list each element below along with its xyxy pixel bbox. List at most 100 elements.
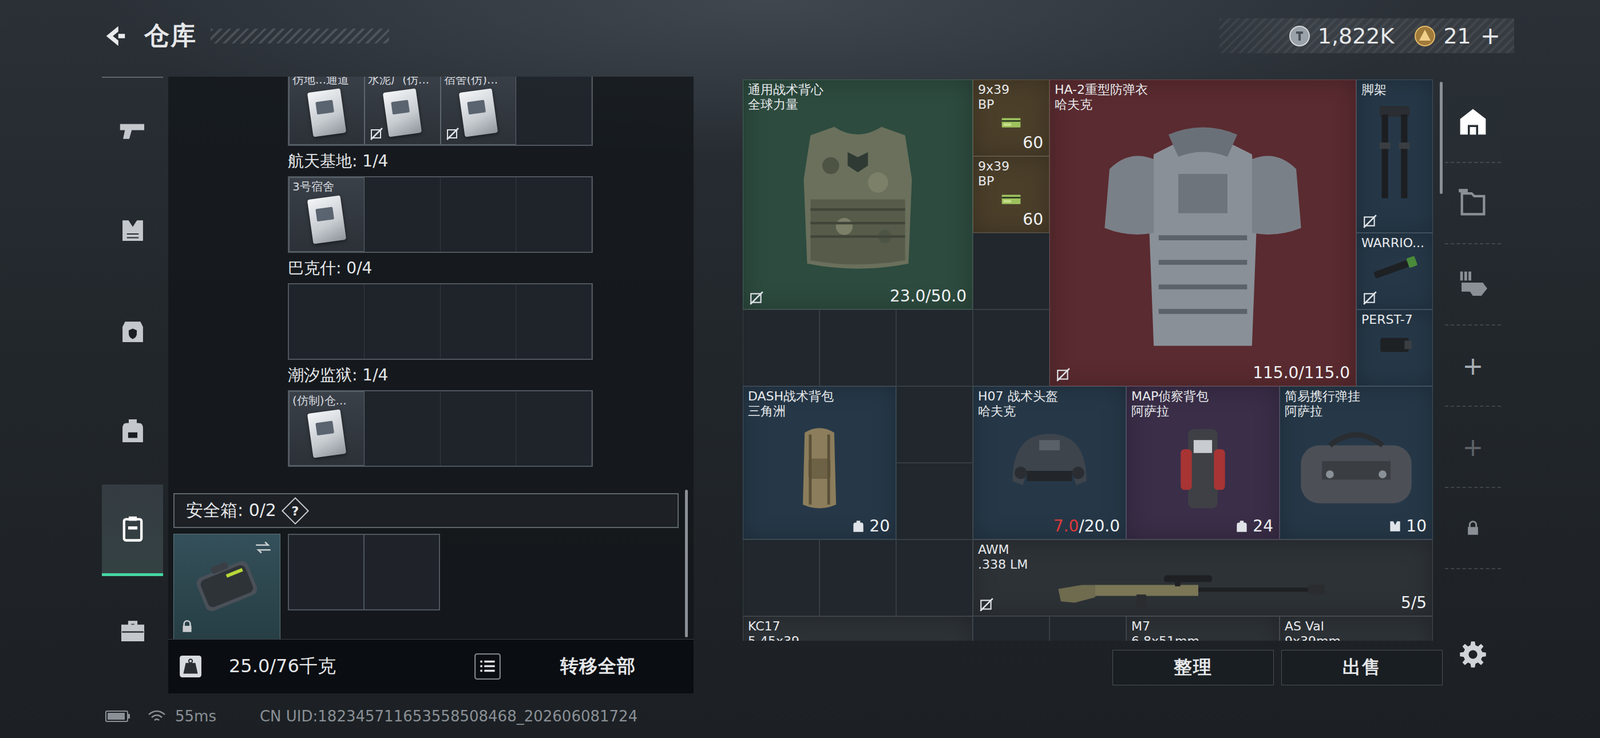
add-tab-label: + xyxy=(1462,432,1484,462)
nav-item[interactable] xyxy=(101,280,164,381)
stash-item[interactable]: H07 战术头盔 哈夫克 7.0/20.0 xyxy=(972,386,1127,540)
key-card-label: (仿制)仓... xyxy=(289,391,364,410)
help-button[interactable]: ? xyxy=(281,496,310,525)
laser-device-icon xyxy=(1359,329,1431,361)
empty-slot[interactable] xyxy=(364,391,441,466)
key-card[interactable]: 水泥厂(仿... xyxy=(364,76,441,145)
stash-tab[interactable]: + xyxy=(1444,325,1502,407)
empty-slot[interactable] xyxy=(440,177,517,252)
empty-slot[interactable] xyxy=(516,177,592,252)
grid-cell[interactable] xyxy=(819,539,897,617)
scrollbar[interactable] xyxy=(684,489,688,638)
nav-item[interactable] xyxy=(101,580,164,681)
item-subtitle: 哈夫克 xyxy=(977,404,1122,419)
stash-tab[interactable] xyxy=(1444,244,1502,326)
stash-grid-viewport: 通用战术背心 全球力量 23.0/50.09x39 BP 609x39 BP 6… xyxy=(742,79,1433,641)
empty-slot[interactable] xyxy=(516,391,592,466)
stash-item[interactable]: HA-2重型防弹衣 哈夫克 115.0/115.0 xyxy=(1049,79,1357,387)
item-art xyxy=(743,112,973,287)
ammo-box-icon xyxy=(975,191,1047,208)
item-name: HA-2重型防弹衣 xyxy=(1054,82,1352,98)
safe-box-header: 安全箱: 0/2 ? xyxy=(173,493,679,529)
stash-item[interactable]: 简易携行弹挂 阿萨拉 10 xyxy=(1279,386,1433,540)
stash-item[interactable]: PERST-7 xyxy=(1356,309,1433,387)
swap-icon[interactable] xyxy=(253,540,273,556)
scrollbar[interactable] xyxy=(1439,81,1443,194)
back-arrow-icon[interactable] xyxy=(101,22,129,50)
action-button[interactable]: 出售 xyxy=(1281,650,1443,686)
empty-slot[interactable] xyxy=(516,76,592,145)
armor-icon xyxy=(117,215,148,246)
gear-icon[interactable] xyxy=(1458,639,1488,670)
grid-cell[interactable] xyxy=(896,386,973,463)
stash-item[interactable]: 通用战术背心 全球力量 23.0/50.0 xyxy=(742,79,973,310)
stash-item[interactable]: MAP侦察背包 阿萨拉 24 xyxy=(1126,386,1280,540)
key-card[interactable]: (仿制)仓... xyxy=(288,391,365,466)
empty-slot[interactable] xyxy=(363,533,441,611)
empty-slot[interactable] xyxy=(287,533,365,611)
cabinet-icon xyxy=(1456,186,1490,220)
stash-tab[interactable]: + xyxy=(1444,406,1502,489)
grid-cell[interactable] xyxy=(972,616,1050,641)
grid-cell[interactable] xyxy=(972,232,1050,310)
stash-tab[interactable] xyxy=(1444,488,1502,570)
stash-item[interactable]: M7 6.8x51mm xyxy=(1126,616,1280,641)
stash-actions: 整理出售 xyxy=(742,650,1443,686)
stash-item[interactable]: 9x39 BP 60 xyxy=(972,79,1050,157)
key-card[interactable]: 仿地...通道 xyxy=(288,76,365,145)
recon-backpack-icon xyxy=(1129,421,1277,514)
item-footer xyxy=(1356,362,1433,386)
list-view-button[interactable] xyxy=(472,653,503,680)
grid-cell[interactable] xyxy=(896,309,973,387)
empty-slot[interactable] xyxy=(440,284,517,359)
item-header: H07 战术头盔 哈夫克 xyxy=(973,386,1126,420)
nav-item[interactable] xyxy=(101,380,164,481)
stash-item[interactable]: AS Val 9x39mm xyxy=(1279,616,1433,641)
empty-slot[interactable] xyxy=(516,284,592,359)
list-icon xyxy=(474,653,501,680)
item-name: 脚架 xyxy=(1361,82,1428,98)
empty-slot[interactable] xyxy=(440,391,517,466)
nav-item[interactable] xyxy=(101,484,164,577)
stash-tab[interactable] xyxy=(1444,81,1502,164)
key-card-art xyxy=(307,195,347,244)
bound-icon xyxy=(1362,214,1378,229)
helmet-icon xyxy=(975,421,1124,514)
key-section-label: 巴克什: 0/4 xyxy=(287,252,694,284)
stash-item[interactable]: 脚架 xyxy=(1356,79,1433,233)
grid-cell[interactable] xyxy=(896,462,973,540)
grid-cell[interactable] xyxy=(819,309,897,387)
add-currency-button[interactable]: + xyxy=(1480,21,1501,50)
empty-slot[interactable] xyxy=(364,284,441,359)
grid-cell[interactable] xyxy=(742,539,820,617)
stash-item[interactable]: WARRIO... xyxy=(1356,232,1433,310)
nav-item[interactable] xyxy=(101,180,164,281)
grid-cell[interactable] xyxy=(742,309,820,387)
safe-box-item[interactable] xyxy=(173,533,281,640)
stash-item[interactable]: KC17 5.45x39 xyxy=(742,616,973,641)
key-card-label: 水泥厂(仿... xyxy=(365,76,440,89)
empty-slot[interactable] xyxy=(364,177,441,252)
item-subtitle: 9x39mm xyxy=(1284,634,1428,641)
stash-item[interactable]: 9x39 BP 60 xyxy=(972,156,1050,233)
transfer-all-button[interactable]: 转移全部 xyxy=(502,654,694,680)
key-card[interactable]: 宿舍(仿)... xyxy=(440,76,517,145)
item-capacity: 24 xyxy=(1234,516,1274,536)
action-button[interactable]: 整理 xyxy=(1112,650,1274,686)
item-art xyxy=(743,419,896,517)
stash-tab[interactable] xyxy=(1444,163,1502,245)
stash-item[interactable]: DASH战术背包 三角洲 20 xyxy=(742,386,897,540)
grid-cell[interactable] xyxy=(1049,616,1127,641)
nav-item[interactable] xyxy=(101,80,164,181)
key-card[interactable]: 3号宿舍 xyxy=(288,177,365,252)
currency-value: 21 xyxy=(1443,23,1471,49)
grid-cell[interactable] xyxy=(972,309,1050,387)
status-bar: 55ms CN UID:182345711653558508468_202606… xyxy=(0,699,1600,734)
item-art xyxy=(973,189,1049,210)
empty-slot[interactable] xyxy=(288,284,365,359)
stash-item[interactable]: AWM .338 LM 5/5 xyxy=(972,539,1433,617)
grid-cell[interactable] xyxy=(896,539,973,617)
item-header: M7 6.8x51mm xyxy=(1126,616,1279,641)
container-panel: 仿地...通道 水泥厂(仿... 宿舍(仿)... 航天基地: 1/4 3号宿舍… xyxy=(168,76,694,694)
silver-coin-icon xyxy=(1288,24,1312,48)
